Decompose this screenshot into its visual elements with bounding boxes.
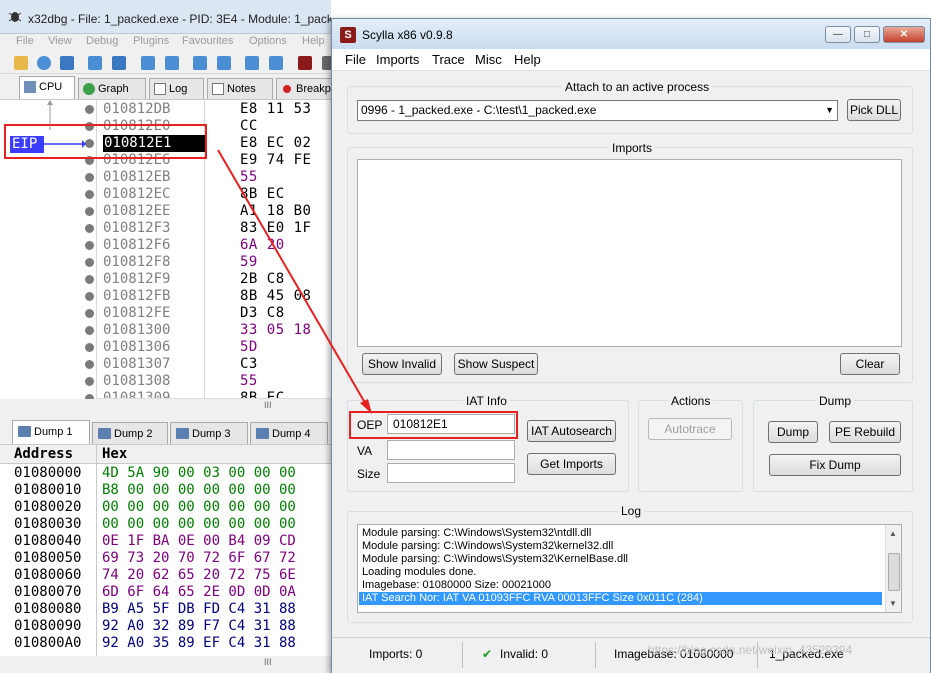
annotation-arrow [217,149,372,414]
watermark: https://blog.csdn.net/weixin_43529394 [648,643,853,657]
